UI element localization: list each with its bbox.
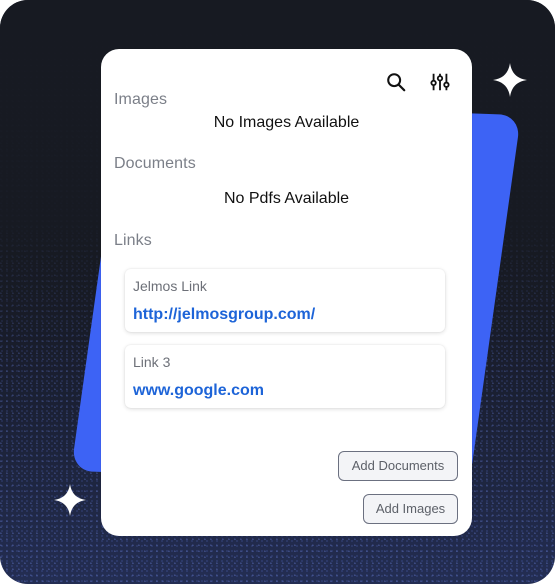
search-icon[interactable] [384, 70, 408, 94]
sparkle-icon [54, 484, 86, 516]
add-documents-button[interactable]: Add Documents [338, 451, 458, 481]
images-section-title: Images [114, 91, 168, 108]
documents-section-title: Documents [114, 155, 196, 172]
documents-empty-state: No Pdfs Available [223, 190, 350, 207]
attachments-panel: Images No Images Available Documents No … [101, 49, 472, 536]
panel-toolbar [384, 70, 452, 94]
link-url[interactable]: http://jelmosgroup.com/ [133, 306, 315, 324]
add-images-button[interactable]: Add Images [363, 494, 458, 524]
link-name: Link 3 [133, 354, 171, 370]
sparkle-icon [493, 63, 527, 97]
promo-stage: Images No Images Available Documents No … [0, 0, 555, 584]
link-name: Jelmos Link [133, 278, 207, 294]
images-empty-state: No Images Available [213, 114, 360, 131]
link-card[interactable]: Link 3 www.google.com [125, 345, 445, 408]
links-section-title: Links [114, 232, 152, 249]
link-url[interactable]: www.google.com [133, 382, 264, 400]
link-card[interactable]: Jelmos Link http://jelmosgroup.com/ [125, 269, 445, 332]
sliders-icon[interactable] [428, 70, 452, 94]
